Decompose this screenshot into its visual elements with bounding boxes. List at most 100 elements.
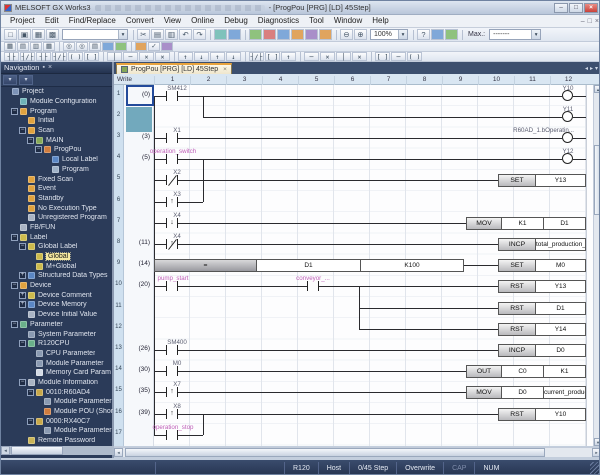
tree-item-m-global[interactable]: M+Global <box>1 261 114 271</box>
combo-arrow-icon[interactable]: ▾ <box>531 30 540 39</box>
contact-sm400[interactable] <box>166 345 178 355</box>
close-contact-icon[interactable]: ┤/├ <box>20 52 35 61</box>
tree-item-scan[interactable]: −Scan <box>1 126 114 136</box>
copy-icon[interactable]: ▤ <box>151 29 164 40</box>
menu-view[interactable]: View <box>159 15 186 27</box>
title-bar[interactable]: MELSOFT GX Works3 - [ProgPou [PRG] [LD] … <box>1 1 600 15</box>
scroll-up-icon[interactable]: ▴ <box>594 85 600 93</box>
tree-item-fixed-scan[interactable]: Fixed Scan <box>1 174 114 184</box>
application-instruction-icon[interactable]: [ ] <box>84 52 99 61</box>
tree-filter-icon[interactable]: ▾ <box>3 75 17 85</box>
tree-display-icon[interactable]: ▾ <box>19 75 33 85</box>
tree-item-rx40c7-parameter[interactable]: Module Parameter <box>1 426 114 436</box>
contact-conveyor[interactable] <box>307 281 319 291</box>
expand-icon[interactable]: + <box>19 301 26 308</box>
operand[interactable]: K1 <box>544 365 586 378</box>
horizontal-scrollbar[interactable]: ◂ ▸ <box>114 447 600 457</box>
invert-operation-icon[interactable]: ┤/├ <box>249 52 264 61</box>
contact-operation-stop[interactable] <box>166 430 178 440</box>
check-program-icon[interactable] <box>115 42 127 51</box>
collapse-icon[interactable]: − <box>19 379 26 386</box>
tree-item-program[interactable]: −Program <box>1 106 114 116</box>
tree-item-rx40c7[interactable]: −0000:RX40C7 <box>1 416 114 426</box>
tree-item-system-parameter[interactable]: System Parameter <box>1 329 114 339</box>
coil-y11[interactable] <box>562 111 573 122</box>
compare-instruction[interactable]: = <box>154 259 257 272</box>
mdi-minimize-button[interactable]: – <box>581 18 585 25</box>
coil-r60ad-operating[interactable] <box>562 132 573 143</box>
mov-instruction[interactable]: MOV <box>466 386 502 399</box>
coil-icon[interactable]: ( ) <box>68 52 83 61</box>
operand[interactable]: M0 <box>536 259 586 272</box>
open-branch-icon[interactable]: ┤├ <box>36 52 51 61</box>
element-selection-icon[interactable]: ▤ <box>17 42 29 51</box>
scroll-left-icon[interactable]: ◂ <box>1 446 10 455</box>
contact-x4-rising-nc[interactable]: ↑ <box>166 239 178 249</box>
set-instruction[interactable]: SET <box>498 259 536 272</box>
close-button[interactable]: × <box>584 3 598 13</box>
contact-m0[interactable] <box>166 366 178 376</box>
collapse-icon[interactable]: − <box>11 108 18 115</box>
out-instruction[interactable]: OUT <box>466 365 502 378</box>
collapse-icon[interactable]: − <box>11 234 18 241</box>
verify-icon[interactable] <box>305 29 318 40</box>
expand-icon[interactable]: + <box>19 292 26 299</box>
vertical-scrollbar[interactable]: ▴ ▾ <box>593 85 600 446</box>
tree-item-r60ad4-parameter[interactable]: Module Parameter <box>1 397 114 407</box>
operand[interactable]: Y10 <box>536 408 586 421</box>
undo-icon[interactable]: ↶ <box>179 29 192 40</box>
collapse-icon[interactable]: − <box>27 137 34 144</box>
tree-item-device-initial-value[interactable]: Device Initial Value <box>1 310 114 320</box>
operand[interactable]: D1 <box>536 302 586 315</box>
monitor-stop-icon[interactable] <box>263 29 276 40</box>
convert-icon[interactable] <box>214 29 227 40</box>
delete-column-icon[interactable]: ✕ <box>352 52 367 61</box>
menu-diagnostics[interactable]: Diagnostics <box>253 15 304 27</box>
vertical-line-icon[interactable]: │ <box>107 52 122 61</box>
operand[interactable]: D0 <box>502 386 544 399</box>
mdi-restore-button[interactable]: □ <box>588 18 592 25</box>
comment-display-icon[interactable] <box>431 29 444 40</box>
incp-instruction[interactable]: INCP <box>498 344 536 357</box>
check-syntax-icon[interactable]: ✓ <box>148 42 160 51</box>
tree-item-global-label[interactable]: −Global Label <box>1 242 114 252</box>
minimize-button[interactable]: – <box>554 3 568 13</box>
menu-convert[interactable]: Convert <box>121 15 159 27</box>
insert-row-icon[interactable]: ─ <box>304 52 319 61</box>
collapse-icon[interactable]: − <box>27 418 34 425</box>
tree-item-structured-data-types[interactable]: +Structured Data Types <box>1 271 114 281</box>
scroll-down-icon[interactable]: ▾ <box>594 438 600 446</box>
rst-instruction[interactable]: RST <box>498 302 536 315</box>
write-to-plc-icon[interactable] <box>277 29 290 40</box>
collapse-icon[interactable]: − <box>19 243 26 250</box>
contact-pump-start[interactable] <box>166 281 178 291</box>
operand[interactable]: Y14 <box>536 323 586 336</box>
operand[interactable]: D0 <box>536 344 586 357</box>
help-icon[interactable]: ? <box>417 29 430 40</box>
scroll-thumb[interactable] <box>125 448 545 457</box>
tree-item-no-execution-type[interactable]: No Execution Type <box>1 203 114 213</box>
delete-horizontal-line-icon[interactable]: ✕ <box>155 52 170 61</box>
set-instruction[interactable]: SET <box>498 174 536 187</box>
ladder-editor[interactable]: 1 2 3 4 5 6 7 8 9 10 11 12 13 14 15 16 1… <box>114 85 600 446</box>
tree-item-module-parameter[interactable]: Module Parameter <box>1 358 114 368</box>
tree-item-unregistered-program[interactable]: Unregistered Program <box>1 213 114 223</box>
tree-item-label[interactable]: −Label <box>1 232 114 242</box>
cross-reference-icon[interactable]: ◎ <box>76 42 88 51</box>
delete-vertical-line-icon[interactable]: ✕ <box>139 52 154 61</box>
scroll-right-icon[interactable]: ▸ <box>592 448 600 457</box>
coil-y12[interactable] <box>562 153 573 164</box>
maximize-button[interactable]: □ <box>569 3 583 13</box>
operand[interactable]: K1 <box>502 217 544 230</box>
rebuild-all-icon[interactable] <box>228 29 241 40</box>
new-project-icon[interactable]: □ <box>4 29 17 40</box>
collapse-icon[interactable]: − <box>27 389 34 396</box>
tab-scroll-right-icon[interactable]: ▸ <box>590 65 593 72</box>
device-test-icon[interactable] <box>319 29 332 40</box>
rising-pulse-icon[interactable]: ↑ <box>178 52 193 61</box>
tree-item-event[interactable]: Event <box>1 184 114 194</box>
open-project-icon[interactable]: ▣ <box>18 29 31 40</box>
rst-instruction[interactable]: RST <box>498 280 536 293</box>
menu-project[interactable]: Project <box>5 15 40 27</box>
online-monitor-icon[interactable] <box>135 42 147 51</box>
